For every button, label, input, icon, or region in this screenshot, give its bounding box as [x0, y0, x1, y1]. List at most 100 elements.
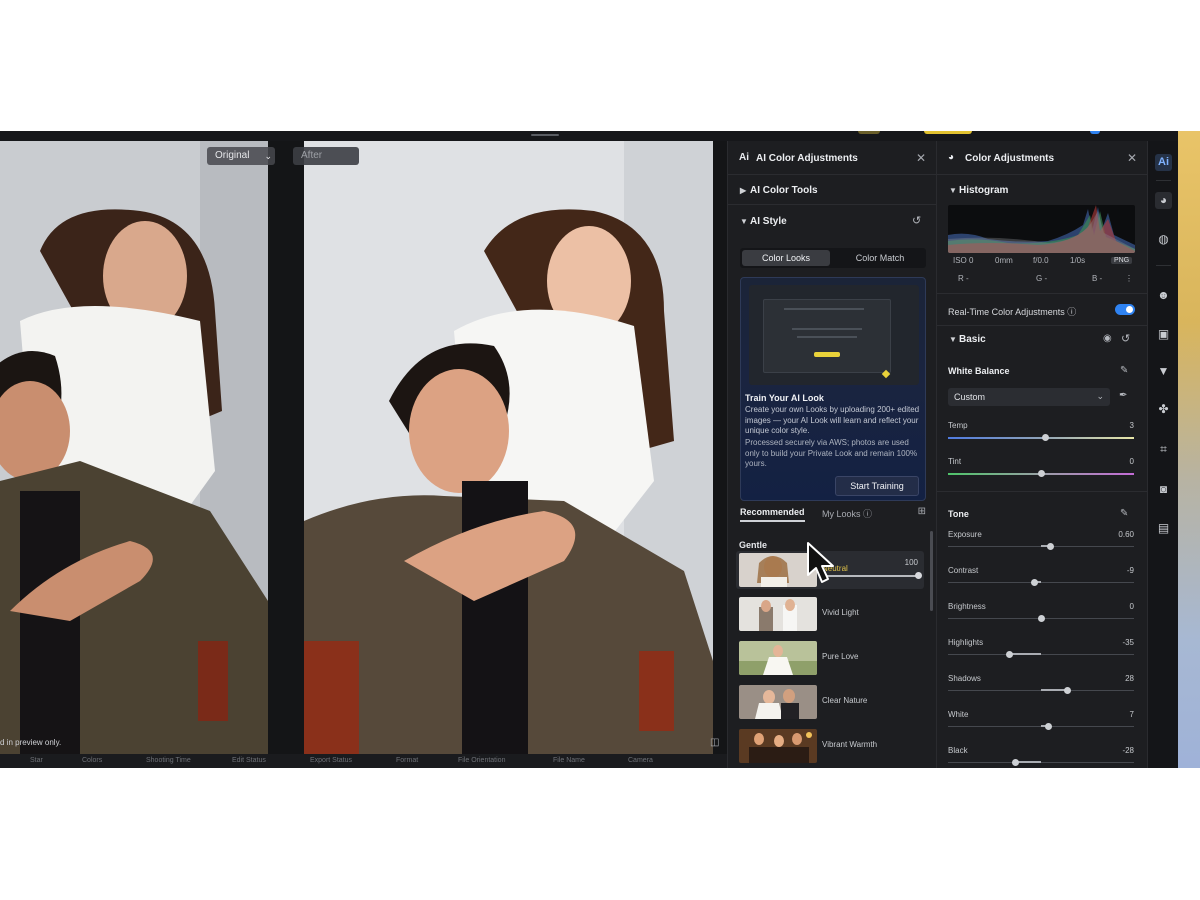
eyedropper-icon[interactable]: ✒	[1119, 390, 1127, 401]
slider-knob[interactable]	[1038, 615, 1045, 622]
tint-slider[interactable]: Tint 0	[948, 457, 1134, 479]
slider-knob[interactable]	[1038, 470, 1045, 477]
slider-value: -28	[1122, 746, 1134, 755]
look-name: Pure Love	[822, 652, 859, 661]
realtime-label: Real-Time Color Adjustments ⓘ	[948, 307, 1077, 317]
tone-slider-brightness[interactable]: Brightness 0	[948, 602, 1134, 624]
slider-track[interactable]	[948, 723, 1134, 730]
white-balance-select[interactable]: Custom ⌄	[948, 388, 1110, 406]
tab-color-match[interactable]: Color Match	[836, 250, 924, 266]
ai-color-tools-section[interactable]: ▶ AI Color Tools	[740, 185, 818, 196]
reset-icon[interactable]: ↺	[912, 214, 921, 227]
slider-track[interactable]	[948, 543, 1134, 550]
slider-knob[interactable]	[1041, 434, 1049, 441]
slider-value: 7	[1129, 710, 1134, 719]
bottom-item-file-orientation[interactable]: File Orientation	[458, 757, 505, 764]
eye-icon[interactable]: ◉	[1103, 333, 1112, 344]
slider-track[interactable]	[948, 687, 1134, 694]
tone-slider-exposure[interactable]: Exposure 0.60	[948, 530, 1134, 552]
original-view-dropdown[interactable]: Original ⌄	[207, 147, 275, 165]
image-icon[interactable]: ▣	[1155, 326, 1172, 343]
auto-wand-icon[interactable]: ✎	[1120, 508, 1128, 519]
tone-slider-contrast[interactable]: Contrast -9	[948, 566, 1134, 588]
bottom-item-star[interactable]: Star	[30, 757, 43, 764]
slider-track[interactable]	[948, 579, 1134, 586]
image-canvas[interactable]: Original ⌄ After d in preview only. ◫	[0, 141, 727, 754]
auto-wand-icon[interactable]: ✎	[1120, 365, 1128, 376]
look-item-vibrant-warmth[interactable]: Vibrant Warmth	[736, 727, 924, 765]
bottom-item-edit-status[interactable]: Edit Status	[232, 757, 266, 764]
folder-icon[interactable]: ▤	[1155, 520, 1172, 537]
slider-knob[interactable]	[1006, 651, 1014, 658]
slider-track[interactable]	[948, 651, 1134, 658]
bottom-item-format[interactable]: Format	[396, 757, 418, 764]
ai-panel-title: AI Color Adjustments	[756, 153, 858, 164]
tone-slider-black[interactable]: Black -28	[948, 746, 1134, 768]
bottom-item-export-status[interactable]: Export Status	[310, 757, 352, 764]
ai-style-section[interactable]: ▼ AI Style	[740, 216, 787, 227]
top-accent	[858, 131, 880, 134]
drag-grip[interactable]	[531, 134, 559, 136]
bottom-item-file-name[interactable]: File Name	[553, 757, 585, 764]
look-name: Vivid Light	[822, 608, 859, 617]
look-item-vivid-light[interactable]: Vivid Light	[736, 595, 924, 633]
palette-icon[interactable]: ◕	[1155, 192, 1172, 209]
tab-color-looks[interactable]: Color Looks	[742, 250, 830, 266]
face-icon[interactable]: ☻	[1155, 287, 1172, 304]
train-ai-look-card: Train Your AI Look Create your own Looks…	[740, 277, 926, 501]
compare-icon[interactable]: ◫	[710, 737, 720, 748]
grid-add-icon[interactable]: ⊞	[918, 506, 926, 517]
bottom-item-camera[interactable]: Camera	[628, 757, 653, 764]
slider-knob[interactable]	[1045, 723, 1053, 730]
histogram-section[interactable]: ▼ Histogram	[949, 185, 1008, 196]
look-strength-slider[interactable]	[822, 572, 922, 579]
slider-track[interactable]	[948, 759, 1134, 766]
slider-label: White	[948, 710, 969, 719]
slider-track[interactable]	[948, 615, 1134, 622]
slider-label: Highlights	[948, 638, 984, 647]
slider-value: 0	[1129, 602, 1134, 611]
tone-slider-highlights[interactable]: Highlights -35	[948, 638, 1134, 660]
tab-my-looks[interactable]: My Looks ⓘ	[822, 507, 872, 520]
bottom-status-bar: Star Colors Shooting Time Edit Status Ex…	[0, 754, 727, 768]
look-item-pure-love[interactable]: Pure Love	[736, 639, 924, 677]
collapse-arrow-icon: ▼	[949, 186, 957, 195]
slider-knob[interactable]	[915, 572, 922, 579]
slider-knob[interactable]	[1047, 543, 1055, 550]
looks-mode-toggle: Color Looks Color Match	[740, 248, 926, 268]
train-privacy-note: Processed securely via AWS; photos are u…	[745, 438, 918, 468]
white-balance-label: White Balance	[948, 366, 1010, 376]
tone-slider-white[interactable]: White 7	[948, 710, 1134, 732]
reset-icon[interactable]: ↺	[1121, 332, 1130, 345]
close-icon[interactable]: ✕	[1127, 151, 1137, 165]
looks-scrollbar[interactable]	[930, 531, 933, 611]
paw-icon[interactable]: ✤	[1155, 401, 1172, 418]
bottom-item-shooting-time[interactable]: Shooting Time	[146, 757, 191, 764]
start-training-button[interactable]: Start Training	[835, 476, 919, 496]
close-icon[interactable]: ✕	[916, 151, 926, 165]
ai-icon[interactable]: Ai	[1155, 154, 1172, 171]
look-thumbnail	[739, 597, 817, 631]
realtime-toggle[interactable]	[1115, 304, 1135, 315]
tone-slider-shadows[interactable]: Shadows 28	[948, 674, 1134, 696]
slider-knob[interactable]	[1064, 687, 1072, 694]
color-panel-header: ◕ Color Adjustments ✕	[937, 141, 1147, 175]
crop-icon[interactable]: ⌗	[1155, 441, 1172, 458]
more-icon: ⋮	[1125, 274, 1133, 283]
camera-icon[interactable]: ◙	[1155, 481, 1172, 498]
original-photo	[0, 141, 268, 754]
train-description: Create your own Looks by uploading 200+ …	[745, 405, 920, 435]
temp-slider[interactable]: Temp 3	[948, 421, 1134, 443]
after-view-button[interactable]: After	[293, 147, 359, 165]
slider-knob[interactable]	[1030, 579, 1038, 586]
basic-section[interactable]: ▼ Basic	[949, 334, 986, 345]
look-strength-value: 100	[904, 558, 918, 567]
help-icon: ⓘ	[1067, 307, 1077, 317]
bottom-item-colors[interactable]: Colors	[82, 757, 102, 764]
shirt-icon[interactable]: ▼	[1155, 363, 1172, 380]
tab-recommended[interactable]: Recommended	[740, 507, 805, 522]
look-name: Vibrant Warmth	[822, 740, 878, 749]
look-item-clear-nature[interactable]: Clear Nature	[736, 683, 924, 721]
slider-knob[interactable]	[1011, 759, 1019, 766]
texture-icon[interactable]: ◍	[1155, 231, 1172, 248]
